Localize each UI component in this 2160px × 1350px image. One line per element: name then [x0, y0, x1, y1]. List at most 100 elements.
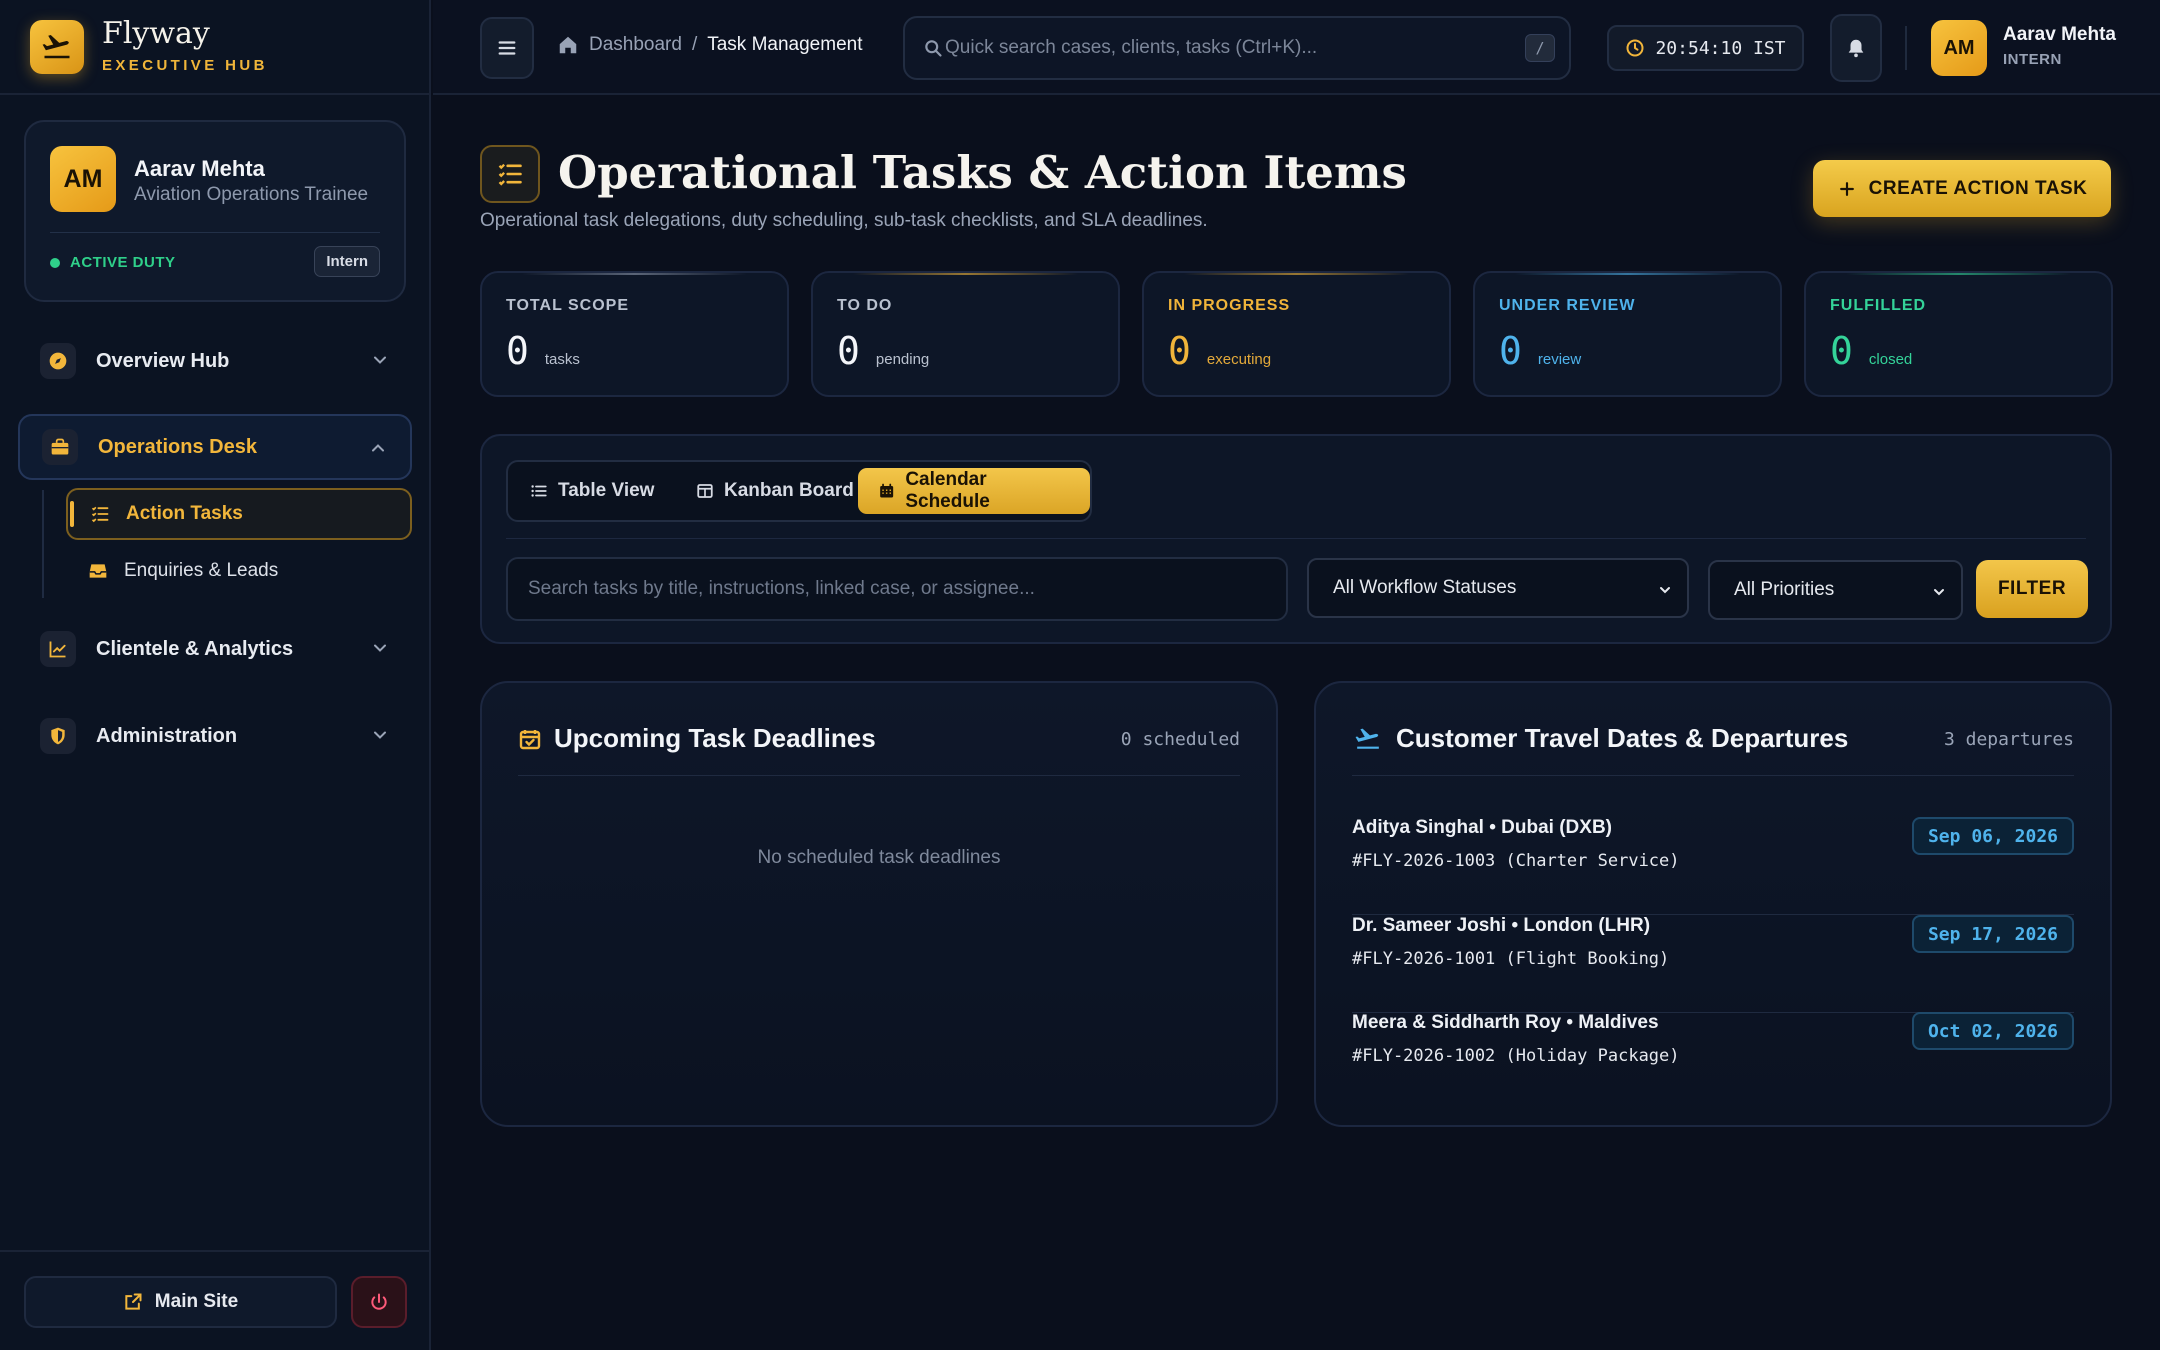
stat-value: 0	[1830, 329, 1853, 373]
sidebar: Flyway EXECUTIVE HUB AM Aarav Mehta Avia…	[0, 0, 431, 1350]
nav-administration[interactable]: Administration	[18, 703, 412, 769]
stat-label: FULFILLED	[1830, 297, 1927, 314]
breadcrumb-separator: /	[691, 34, 698, 55]
home-icon[interactable]	[557, 34, 579, 56]
trip-reference: #FLY-2026-1002 (Holiday Package)	[1352, 1046, 1680, 1066]
tab-table-view[interactable]: Table View	[510, 468, 674, 514]
menu-toggle-button[interactable]	[480, 17, 534, 79]
shield-icon	[40, 718, 76, 754]
stat-label: UNDER REVIEW	[1499, 297, 1636, 314]
travel-departures-panel: Customer Travel Dates & Departures 3 dep…	[1314, 681, 2112, 1127]
role-badge: Intern	[314, 246, 380, 277]
compass-icon	[40, 343, 76, 379]
stat-unit: pending	[875, 351, 930, 368]
logout-button[interactable]	[351, 1276, 407, 1328]
create-action-task-label: CREATE ACTION TASK	[1868, 177, 2088, 199]
priority-filter-value: All Priorities	[1734, 579, 1835, 600]
divider	[1905, 26, 1907, 70]
briefcase-icon	[42, 429, 78, 465]
filter-panel: Table View Kanban Board Calendar Schedul…	[480, 434, 2112, 644]
live-clock: 20:54:10 IST	[1607, 25, 1804, 71]
page-title: Operational Tasks & Action Items	[558, 146, 1407, 199]
deadline-count: 0 scheduled	[1120, 729, 1240, 750]
divider	[506, 538, 2086, 539]
list-item[interactable]: Aditya Singhal • Dubai (DXB) #FLY-2026-1…	[1352, 817, 2074, 915]
sidebar-item-label: Enquiries & Leads	[124, 560, 279, 581]
columns-icon	[697, 484, 713, 498]
calendar-check-icon	[519, 729, 541, 749]
power-icon	[371, 1293, 387, 1310]
sidebar-item-label: Action Tasks	[126, 503, 243, 524]
trip-title: Aditya Singhal • Dubai (DXB)	[1352, 817, 1612, 838]
status-filter-select[interactable]: All Workflow Statuses	[1307, 558, 1689, 618]
stat-value: 0	[506, 329, 529, 373]
chevron-down-icon	[374, 356, 386, 364]
external-link-icon	[125, 1293, 142, 1310]
user-name[interactable]: Aarav Mehta	[2003, 24, 2116, 46]
profile-role: Aviation Operations Trainee	[134, 184, 369, 205]
nav-label: Administration	[96, 724, 238, 747]
divider	[50, 232, 380, 233]
list-item[interactable]: Meera & Siddharth Roy • Maldives #FLY-20…	[1352, 1012, 2074, 1110]
subnav-line	[42, 490, 44, 598]
nav-clientele-analytics[interactable]: Clientele & Analytics	[18, 616, 412, 682]
duty-status: ACTIVE DUTY	[50, 254, 176, 271]
stat-total-scope: TOTAL SCOPE 0 tasks	[480, 271, 789, 397]
departure-date-badge: Sep 06, 2026	[1912, 817, 2074, 855]
status-dot-icon	[50, 257, 60, 268]
nav-operations-desk[interactable]: Operations Desk	[18, 414, 412, 480]
task-search-input[interactable]	[506, 557, 1288, 621]
trip-reference: #FLY-2026-1001 (Flight Booking)	[1352, 949, 1670, 969]
user-role: INTERN	[2003, 51, 2062, 68]
sidebar-item-action-tasks[interactable]: Action Tasks	[66, 488, 412, 540]
breadcrumb-current: Task Management	[707, 34, 863, 55]
brand-subtitle: EXECUTIVE HUB	[102, 57, 268, 74]
tab-label: Table View	[558, 480, 655, 501]
stat-unit: executing	[1206, 351, 1272, 368]
nav-overview-hub[interactable]: Overview Hub	[18, 328, 412, 394]
global-search-input[interactable]	[945, 37, 1505, 59]
stat-value: 0	[1499, 329, 1522, 373]
main-site-label: Main Site	[154, 1291, 239, 1312]
tab-kanban-board[interactable]: Kanban Board	[676, 468, 874, 514]
list-check-icon	[91, 506, 109, 523]
notifications-button[interactable]	[1830, 14, 1882, 82]
nav-label: Overview Hub	[96, 349, 230, 372]
main-site-button[interactable]: Main Site	[24, 1276, 337, 1328]
stat-to-do: TO DO 0 pending	[811, 271, 1120, 397]
user-avatar[interactable]: AM	[1931, 20, 1987, 76]
tab-calendar-schedule[interactable]: Calendar Schedule	[858, 468, 1090, 514]
priority-filter-select[interactable]: All Priorities	[1708, 560, 1963, 620]
brand[interactable]: Flyway EXECUTIVE HUB	[0, 0, 429, 95]
bell-icon	[1848, 39, 1864, 58]
stat-unit: review	[1537, 351, 1582, 368]
clock-time: 20:54:10 IST	[1655, 37, 1786, 59]
departure-date-badge: Sep 17, 2026	[1912, 915, 2074, 953]
global-search[interactable]: /	[903, 16, 1571, 80]
list-item[interactable]: Dr. Sameer Joshi • London (LHR) #FLY-202…	[1352, 915, 2074, 1013]
inbox-icon	[89, 564, 107, 578]
chevron-down-icon	[1660, 587, 1670, 594]
view-toggle: Table View Kanban Board Calendar Schedul…	[506, 460, 1092, 522]
plane-departure-icon	[1355, 728, 1379, 749]
chevron-up-icon	[372, 444, 384, 452]
trip-title: Dr. Sameer Joshi • London (LHR)	[1352, 915, 1651, 936]
create-action-task-button[interactable]: CREATE ACTION TASK	[1813, 160, 2111, 217]
trip-title: Meera & Siddharth Roy • Maldives	[1352, 1012, 1659, 1033]
brand-name: Flyway	[102, 16, 210, 51]
sidebar-item-enquiries-leads[interactable]: Enquiries & Leads	[66, 545, 412, 597]
panel-title: Upcoming Task Deadlines	[554, 723, 876, 753]
divider	[1352, 775, 2074, 776]
status-filter-value: All Workflow Statuses	[1333, 577, 1517, 598]
stat-label: TO DO	[837, 297, 893, 314]
stat-value: 0	[1168, 329, 1191, 373]
list-check-icon	[480, 145, 540, 203]
breadcrumb-dashboard[interactable]: Dashboard	[589, 34, 682, 56]
filter-button[interactable]: FILTER	[1976, 560, 2088, 618]
plus-icon	[1839, 181, 1854, 196]
stat-unit: tasks	[544, 351, 580, 368]
stat-label: IN PROGRESS	[1168, 297, 1291, 314]
stat-unit: closed	[1868, 351, 1913, 368]
clock-icon	[1626, 39, 1644, 57]
panel-title: Customer Travel Dates & Departures	[1396, 723, 1849, 753]
